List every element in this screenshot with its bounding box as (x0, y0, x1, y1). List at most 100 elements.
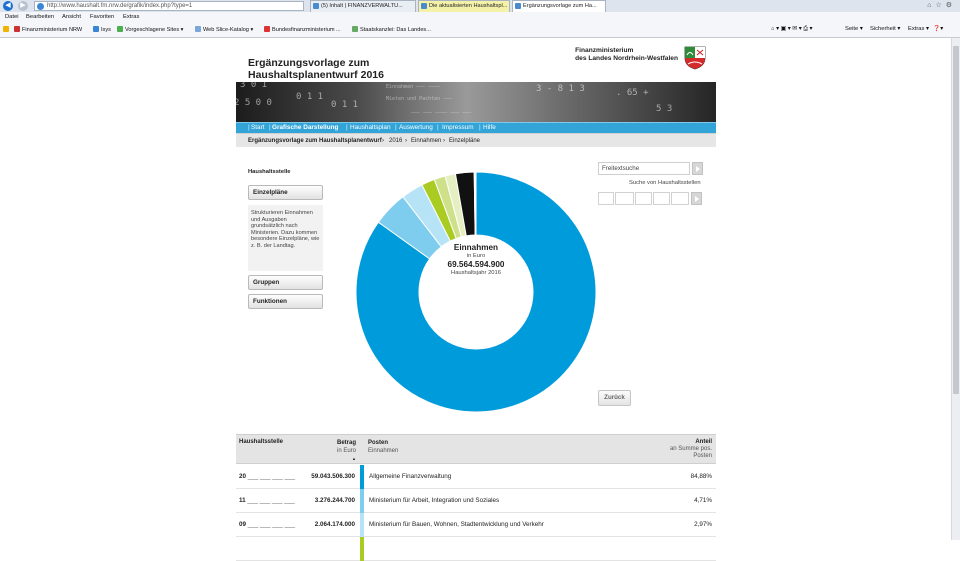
col-haushaltsstelle[interactable]: Haushaltsstelle (239, 439, 283, 445)
nav-auswertung[interactable]: Auswertung (399, 124, 433, 131)
ministry-name: Finanzministerium des Landes Nordrhein-W… (575, 47, 678, 62)
menu-datei[interactable]: Datei (5, 14, 19, 20)
haushaltsstelle-input-5[interactable] (671, 192, 689, 205)
favicon-icon (195, 26, 201, 32)
fav-vorgeschlagene-sites[interactable]: Vorgeschlagene Sites ▾ (117, 26, 183, 33)
search-input[interactable]: Freitextsuche (598, 162, 690, 175)
row-color-marker (360, 489, 364, 513)
row-label[interactable]: Ministerium für Bauen, Wohnen, Stadtentw… (369, 521, 544, 528)
sidebar-heading: Haushaltsstelle (248, 169, 291, 175)
row-label[interactable]: Ministerium für Arbeit, Integration und … (369, 497, 499, 504)
breadcrumb-year[interactable]: 2016 (389, 138, 402, 144)
tab-label: Ergänzungsvorlage zum Ha... (523, 3, 597, 9)
tab-favicon-icon (313, 3, 319, 9)
row-amount: 2.064.174.000 (314, 521, 355, 528)
fav-bundesfinanzministerium[interactable]: Bundesfinanzministerium ... (264, 26, 341, 33)
haushaltsstellen-search-label: Suche von Haushaltsstellen (629, 180, 701, 186)
browser-nav-bar: ◀ ▶ http://www.haushalt.fm.nrw.de/grafik… (0, 0, 960, 12)
favicon-icon (14, 26, 20, 32)
donut-year: Haushaltsjahr 2016 (451, 270, 501, 276)
tab-label: Die aktualisierten Haushaltspl... (429, 3, 508, 9)
row-color-marker (360, 537, 364, 561)
row-code[interactable]: 09 ___ ___ ___ ___ (239, 521, 295, 528)
tab-favicon-icon (421, 3, 427, 9)
browser-forward-button[interactable]: ▶ (18, 1, 28, 11)
sort-ascending-icon[interactable]: ▲ (352, 456, 356, 461)
haushaltsstelle-input-4[interactable] (653, 192, 670, 205)
toolbar-icons[interactable]: ⌂ ▾ ▣ ▾ ✉ ▾ ⎙ ▾ (771, 26, 812, 33)
menu-extras[interactable]: Extras (123, 14, 139, 20)
feed-icon: ▣ (780, 26, 787, 32)
row-code[interactable]: 11 ___ ___ ___ ___ (239, 497, 295, 504)
fav-web-slice-katalog[interactable]: Web Slice-Katalog ▾ (195, 26, 253, 33)
fav-staatskanzlei[interactable]: Staatskanzlei: Das Landes... (352, 26, 431, 33)
browser-back-button[interactable]: ◀ (3, 1, 13, 11)
tool-extras[interactable]: Extras ▾ (908, 26, 929, 32)
nav-hilfe[interactable]: Hilfe (483, 124, 496, 131)
breadcrumb-einnahmen[interactable]: Einnahmen (411, 138, 441, 144)
fav-finanzministerium[interactable]: Finanzministerium NRW (14, 26, 82, 33)
browser-tab-2[interactable]: Die aktualisierten Haushaltspl... (418, 0, 510, 12)
vertical-scrollbar[interactable] (951, 38, 960, 540)
haushaltsstelle-input-1[interactable] (598, 192, 614, 205)
scrollbar-thumb[interactable] (953, 46, 959, 394)
nav-grafische-darstellung[interactable]: Grafische Darstellung (272, 124, 338, 131)
page-content: Ergänzungsvorlage zum Haushaltsplanentwu… (236, 38, 716, 561)
header-banner-image: 3 0 1 2 5 0 0 0 1 1 0 1 1 Einnahmen ——— … (236, 82, 716, 122)
nav-haushaltsplan[interactable]: Haushaltsplan (350, 124, 391, 131)
row-share: 84,88% (690, 473, 712, 480)
gear-icon[interactable]: ⚙ (946, 2, 956, 9)
table-row[interactable]: 20 ___ ___ ___ ___ 59.043.506.300 Allgemei… (236, 465, 716, 489)
breadcrumb: Ergänzungsvorlage zum Haushaltsplanentwu… (236, 133, 716, 147)
favorites-bar: Finanzministerium NRW Isys Vorgeschlagen… (0, 23, 960, 37)
fav-isys[interactable]: Isys (93, 26, 111, 33)
window-controls[interactable]: ⌂☆⚙ (927, 1, 956, 9)
menu-bearbeiten[interactable]: Bearbeiten (26, 14, 54, 20)
search-submit-button[interactable] (692, 162, 703, 175)
row-color-marker (360, 465, 364, 489)
haushaltsstelle-input-3[interactable] (635, 192, 652, 205)
browser-chrome: ◀ ▶ http://www.haushalt.fm.nrw.de/grafik… (0, 0, 960, 38)
nav-impressum[interactable]: Impressum (442, 124, 474, 131)
favicon-icon (93, 26, 99, 32)
browser-tab-3-active[interactable]: Ergänzungsvorlage zum Ha... (512, 0, 606, 12)
sidebar-button-einzelplaene[interactable]: Einzelpläne (248, 185, 323, 200)
sidebar: Haushaltsstelle Einzelpläne Strukturiere… (248, 169, 324, 309)
menu-bar: Datei Bearbeiten Ansicht Favoriten Extra… (0, 12, 960, 23)
row-code[interactable]: 20 ___ ___ ___ ___ (239, 473, 295, 480)
row-color-marker (360, 513, 364, 537)
help-icon[interactable]: ❓▾ (933, 26, 943, 32)
col-posten[interactable]: Posten Einnahmen (368, 439, 398, 455)
favicon-icon (264, 26, 270, 32)
sidebar-button-gruppen[interactable]: Gruppen (248, 275, 323, 290)
breadcrumb-einzelplaene: Einzelpläne (449, 138, 481, 144)
address-bar[interactable]: http://www.haushalt.fm.nrw.de/grafik/ind… (34, 1, 304, 11)
menu-ansicht[interactable]: Ansicht (62, 14, 81, 20)
donut-title: Einnahmen (453, 243, 499, 252)
tab-label: (5) Inhalt | FINANZVERWALTU... (321, 3, 403, 9)
table-row[interactable]: 11 ___ ___ ___ ___ 3.276.244.700 Ministeri… (236, 489, 716, 513)
row-label[interactable]: Allgemeine Finanzverwaltung (369, 473, 451, 480)
browser-tab-1[interactable]: (5) Inhalt | FINANZVERWALTU... (310, 0, 416, 12)
breadcrumb-root[interactable]: Ergänzungsvorlage zum Haushaltsplanentwu… (248, 138, 382, 144)
star-icon[interactable]: ☆ (935, 2, 945, 9)
donut-total-value: 69.564.594.900 (447, 260, 505, 269)
nav-start[interactable]: Start (251, 124, 265, 131)
tool-seite[interactable]: Seite ▾ (845, 26, 863, 32)
star-icon (3, 26, 9, 32)
sidebar-button-funktionen[interactable]: Funktionen (248, 294, 323, 309)
favorites-star-icon[interactable] (3, 26, 11, 33)
back-button[interactable]: Zurück (598, 390, 631, 406)
col-anteil[interactable]: Anteil an Summe pos. Posten (636, 439, 712, 460)
row-amount: 3.276.244.700 (314, 497, 355, 504)
row-amount: 59.043.506.300 (311, 473, 355, 480)
haushaltsstelle-input-2[interactable] (615, 192, 634, 205)
menu-favoriten[interactable]: Favoriten (90, 14, 114, 20)
donut-chart[interactable] (355, 171, 597, 413)
col-betrag[interactable]: Betrag in Euro ▲ (320, 439, 356, 463)
haushaltsstellen-search-button[interactable] (691, 192, 702, 205)
table-row[interactable]: 09 ___ ___ ___ ___ 2.064.174.000 Ministeri… (236, 513, 716, 537)
table-row-partial[interactable] (236, 537, 716, 561)
tool-sicherheit[interactable]: Sicherheit ▾ (870, 26, 900, 32)
address-text: http://www.haushalt.fm.nrw.de/grafik/ind… (47, 3, 193, 9)
